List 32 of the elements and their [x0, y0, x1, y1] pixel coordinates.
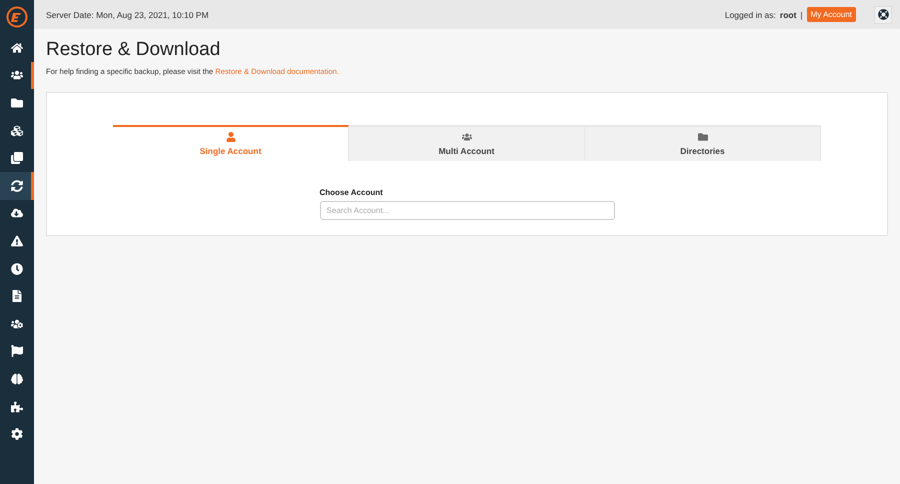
tab[interactable]: Directories: [585, 125, 821, 161]
page-title: Restore & Download: [46, 39, 222, 61]
server-date: Server Date: Mon, Aug 23, 2021, 10:10 PM: [46, 10, 209, 20]
tab[interactable]: Multi Account: [349, 125, 585, 161]
logged-in-label: Logged in as:: [724, 10, 776, 20]
clock-icon: [11, 262, 23, 275]
username: root: [780, 10, 796, 20]
separator: |: [800, 10, 803, 20]
users-icon: [462, 132, 472, 142]
folder-icon: [11, 96, 23, 109]
sync-icon: [11, 180, 23, 192]
user-icon: [226, 132, 236, 142]
my-account-button[interactable]: My Account: [806, 7, 856, 22]
file-icon: [11, 290, 23, 302]
sidebar-item[interactable]: [0, 172, 34, 200]
search-field[interactable]: Search Account...: [320, 201, 614, 220]
brain-icon: [11, 372, 23, 385]
folder-icon: [698, 132, 708, 142]
users-icon: [11, 69, 23, 82]
copy-icon: [11, 152, 23, 164]
puzzle-icon: [11, 400, 23, 413]
lifebuoy-button[interactable]: [874, 6, 892, 24]
warning-icon: [11, 234, 23, 247]
tab[interactable]: Single Account: [113, 125, 349, 161]
flag-icon: [11, 345, 23, 358]
users-gear-icon: [11, 318, 23, 330]
logo-icon: [6, 6, 28, 28]
field-label: Choose Account: [320, 188, 384, 197]
cubes-icon: [11, 124, 23, 137]
settings-icon: [11, 428, 23, 440]
home-icon: [11, 42, 23, 54]
cloud-download-icon: [11, 207, 23, 220]
